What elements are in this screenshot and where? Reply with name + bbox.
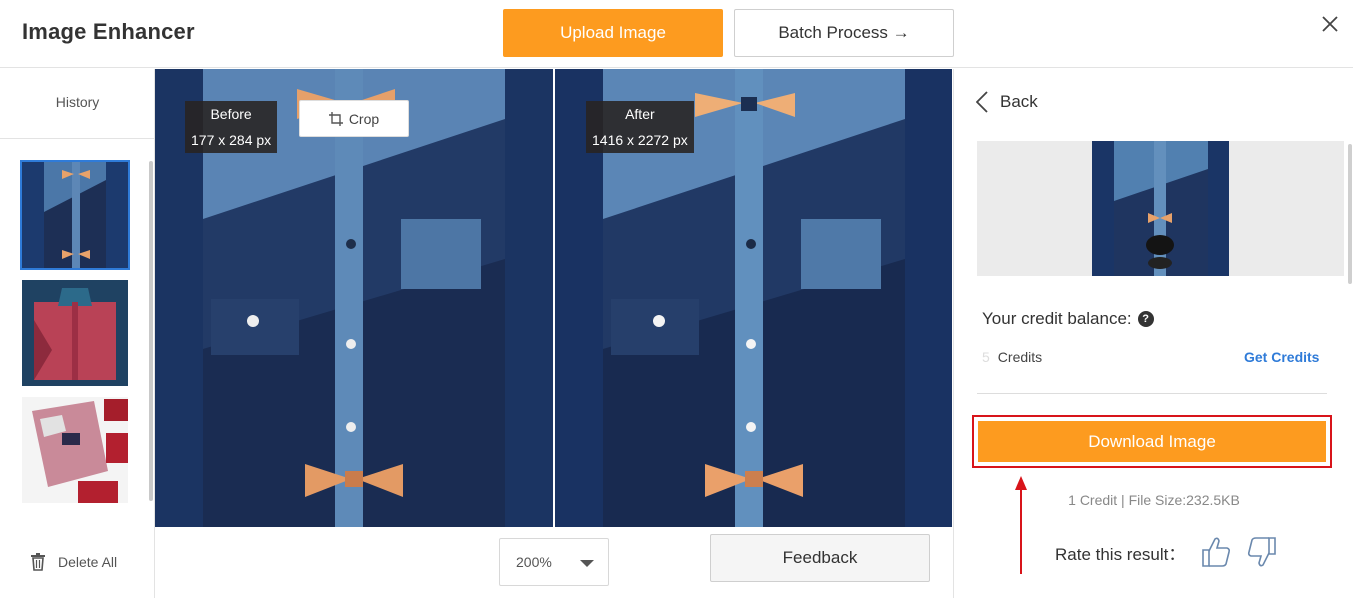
after-tag-size: 1416 x 2272 px: [592, 132, 688, 148]
help-icon[interactable]: ?: [1137, 311, 1154, 327]
close-icon[interactable]: [1318, 12, 1342, 36]
credits-row: 5 Credits: [982, 349, 1042, 365]
upload-image-button[interactable]: Upload Image: [503, 9, 723, 57]
result-preview: [977, 141, 1344, 276]
credits-value: 5: [982, 349, 990, 365]
batch-process-button[interactable]: Batch Process →: [734, 9, 954, 57]
delete-all-button[interactable]: Delete All: [30, 553, 117, 571]
before-tag-size: 177 x 284 px: [191, 132, 272, 148]
file-info: 1 Credit | File Size:232.5KB: [1068, 492, 1240, 508]
right-panel-scrollbar[interactable]: [1348, 144, 1352, 284]
after-tag-title: After: [625, 106, 655, 122]
before-tag: Before 177 x 284 px: [185, 101, 278, 153]
feedback-button[interactable]: Feedback: [710, 534, 930, 582]
credits-label: Credits: [997, 349, 1043, 365]
credit-balance-label: Your credit balance: ?: [982, 309, 1154, 329]
history-thumbnail-checked-shirt[interactable]: [22, 397, 128, 503]
credit-balance-text: Your credit balance:: [982, 309, 1132, 328]
history-thumbnail-red-shirt[interactable]: [22, 280, 128, 386]
back-button[interactable]: Back: [976, 91, 1038, 113]
annotation-arrow: [1015, 476, 1027, 574]
back-chevron-icon: [976, 91, 988, 113]
get-credits-link[interactable]: Get Credits: [1244, 349, 1319, 365]
back-label: Back: [1000, 92, 1038, 111]
delete-all-label: Delete All: [58, 554, 118, 570]
result-panel: Back Your credit balance: ? 5 Credits Ge…: [953, 69, 1353, 598]
result-thumbnail: [1092, 141, 1229, 276]
app-title: Image Enhancer: [22, 19, 195, 44]
credits-divider: [977, 393, 1327, 394]
dropdown-caret-icon: [580, 560, 594, 567]
zoom-select[interactable]: 200%: [499, 538, 609, 586]
history-label: History: [55, 94, 100, 110]
thumbs-down-icon[interactable]: [1247, 535, 1277, 569]
download-image-button[interactable]: Download Image: [978, 421, 1326, 462]
history-sidebar: History Delete All: [0, 69, 155, 598]
trash-icon: [31, 553, 45, 571]
crop-icon: [328, 111, 343, 126]
history-thumbnail-denim[interactable]: [20, 160, 130, 270]
thumbs-up-icon[interactable]: [1201, 535, 1231, 569]
sidebar-scrollbar[interactable]: [149, 161, 153, 501]
crop-label: Crop: [348, 110, 380, 127]
crop-button[interactable]: Crop: [299, 100, 409, 137]
comparison-divider[interactable]: [553, 69, 555, 527]
download-highlight-frame: Download Image: [972, 415, 1332, 468]
zoom-value: 200%: [516, 554, 552, 570]
after-tag: After 1416 x 2272 px: [586, 101, 694, 153]
sidebar-divider: [0, 138, 154, 139]
rating-row: Rate this result：: [1055, 535, 1277, 569]
app-header: Image Enhancer Upload Image Batch Proces…: [0, 0, 1353, 68]
before-tag-title: Before: [210, 106, 252, 122]
preview-toolbar: 200% Feedback: [155, 527, 952, 598]
rate-label: Rate this result：: [1055, 544, 1186, 564]
image-preview-area[interactable]: Before 177 x 284 px Crop After 1416 x 22…: [155, 69, 952, 527]
